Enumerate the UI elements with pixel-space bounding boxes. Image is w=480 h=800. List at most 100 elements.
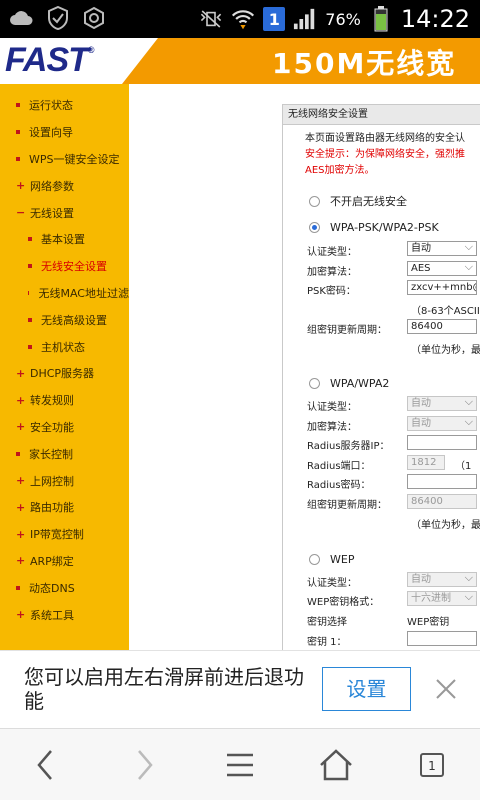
fast-logo: FAST® [5,41,94,79]
swipe-hint-bar: 您可以启用左右滑屏前进后退功能 设置 [0,650,480,728]
panel-description: 本页面设置路由器无线网络的安全认 安全提示：为保障网络安全，强烈推 AES加密方… [305,131,465,179]
expand-plus-icon: + [16,366,26,380]
router-header: FAST® 150M无线宽 [0,38,480,84]
collapse-minus-icon: − [16,206,26,220]
sidebar-item-wizard[interactable]: 设置向导 [0,119,129,146]
option-no-security[interactable]: 不开启无线安全 [309,193,407,209]
banner-title: 150M无线宽 [272,47,457,80]
wpa-renew-hint: （单位为秒，最 [411,520,480,531]
sidebar-item-network[interactable]: + 网络参数 [0,172,129,199]
psk-renew-label: 组密钥更新周期： [307,325,387,336]
settings-hex-icon [82,6,106,30]
psk-auth-select[interactable]: 自动 [407,241,477,256]
psk-enc-select[interactable]: AES [407,261,477,276]
sidebar-item-access-control[interactable]: + 上网控制 [0,467,129,494]
close-icon[interactable] [430,673,462,705]
tab-count: 1 [428,759,436,773]
sidebar-item-status[interactable]: 运行状态 [0,92,129,119]
psk-renew-hint: （单位为秒，最 [411,345,480,356]
sidebar-subitem-advanced[interactable]: 无线高级设置 [0,306,129,333]
wpa-auth-label: 认证类型： [307,402,357,413]
expand-plus-icon: + [16,179,26,193]
cloud-icon [10,6,34,30]
sidebar-subitem-host-status[interactable]: 主机状态 [0,333,129,360]
browser-toolbar: 1 [0,728,480,800]
sidebar-item-wps[interactable]: WPS一键安全设定 [0,146,129,173]
signal-icon [293,7,317,31]
wep-auth-select[interactable]: 自动 [407,572,477,587]
sidebar-subitem-security[interactable]: 无线安全设置 [0,253,129,280]
expand-plus-icon: + [16,474,26,488]
sidebar-item-system-tools[interactable]: + 系统工具 [0,601,129,628]
expand-plus-icon: + [16,554,26,568]
battery-percent: 76% [325,9,361,29]
wifi-icon [231,7,255,31]
radius-ip-input[interactable] [407,435,477,450]
radio-wep[interactable] [309,554,320,565]
psk-auth-label: 认证类型： [307,247,357,258]
sidebar-subitem-mac-filter[interactable]: 无线MAC地址过滤 [0,280,129,307]
expand-plus-icon: + [16,500,26,514]
radius-port-hint: （1 [455,461,472,472]
radio-wpa[interactable] [309,378,320,389]
panel-title: 无线网络安全设置 [283,105,480,125]
warning-line: AES加密方法。 [305,165,375,176]
sidebar-item-arp[interactable]: + ARP绑定 [0,548,129,575]
battery-icon [369,6,393,32]
sidebar-menu: 运行状态 设置向导 WPS一键安全设定 + 网络参数 − 无线设置 基本设置 无线安… [0,84,129,650]
psk-renew-input[interactable]: 86400 [407,319,477,334]
wep-format-label: WEP密钥格式： [307,597,380,608]
home-icon[interactable] [314,743,358,787]
radius-password-label: Radius密码： [307,480,371,491]
expand-plus-icon: + [16,420,26,434]
radius-port-input[interactable]: 1812 [407,455,445,470]
forward-icon[interactable] [122,743,166,787]
sim-1-icon: 1 [263,7,286,31]
back-icon[interactable] [24,743,68,787]
sidebar-item-routing[interactable]: + 路由功能 [0,494,129,521]
sidebar-subitem-basic[interactable]: 基本设置 [0,226,129,253]
wep-keysel-value: WEP密钥 [407,617,450,628]
wpa-renew-input[interactable]: 86400 [407,494,477,509]
psk-enc-label: 加密算法： [307,267,357,278]
sidebar-item-forwarding[interactable]: + 转发规则 [0,387,129,414]
radius-ip-label: Radius服务器IP： [307,441,390,452]
shield-check-icon [46,6,70,30]
sidebar-item-dhcp[interactable]: + DHCP服务器 [0,360,129,387]
sidebar-item-ddns[interactable]: 动态DNS [0,574,129,601]
radio-no-security[interactable] [309,195,320,207]
option-wep[interactable]: WEP [309,553,354,566]
wep-keysel-label: 密钥选择 [307,617,347,628]
sidebar-item-wireless[interactable]: − 无线设置 [0,199,129,226]
radius-port-label: Radius端口： [307,461,371,472]
clock: 14:22 [400,5,470,33]
sidebar-item-bandwidth[interactable]: + IP带宽控制 [0,521,129,548]
psk-password-input[interactable]: zxcv++mnb@ [407,280,477,295]
wep-format-select[interactable]: 十六进制 [407,591,477,606]
menu-icon[interactable] [218,743,262,787]
option-wpa[interactable]: WPA/WPA2 [309,377,389,390]
option-wpa-psk[interactable]: WPA-PSK/WPA2-PSK [309,221,439,234]
wpa-auth-select[interactable]: 自动 [407,396,477,411]
radio-wpa-psk[interactable] [309,222,320,233]
expand-plus-icon: + [16,393,26,407]
status-bar: 1 76% 14:22 [0,0,480,38]
wpa-enc-label: 加密算法： [307,422,357,433]
wep-key1-label: 密钥 1： [307,637,347,648]
swipe-hint-message: 您可以启用左右滑屏前进后退功能 [24,665,304,713]
content-area: 无线网络安全设置 本页面设置路由器无线网络的安全认 安全提示：为保障网络安全，强… [129,84,480,650]
radius-password-input[interactable] [407,474,477,489]
tabs-icon[interactable]: 1 [410,743,454,787]
desc-line: 本页面设置路由器无线网络的安全认 [305,133,465,144]
expand-plus-icon: + [16,608,26,622]
wireless-security-panel: 无线网络安全设置 本页面设置路由器无线网络的安全认 安全提示：为保障网络安全，强… [282,104,480,650]
wep-key1-input[interactable] [407,631,477,646]
wpa-enc-select[interactable]: 自动 [407,416,477,431]
settings-button[interactable]: 设置 [322,667,411,711]
wep-auth-label: 认证类型： [307,578,357,589]
mute-vibrate-icon [199,7,223,31]
expand-plus-icon: + [16,527,26,541]
sidebar-item-parental[interactable]: 家长控制 [0,440,129,467]
psk-password-label: PSK密码： [307,286,356,297]
sidebar-item-security-func[interactable]: + 安全功能 [0,414,129,441]
